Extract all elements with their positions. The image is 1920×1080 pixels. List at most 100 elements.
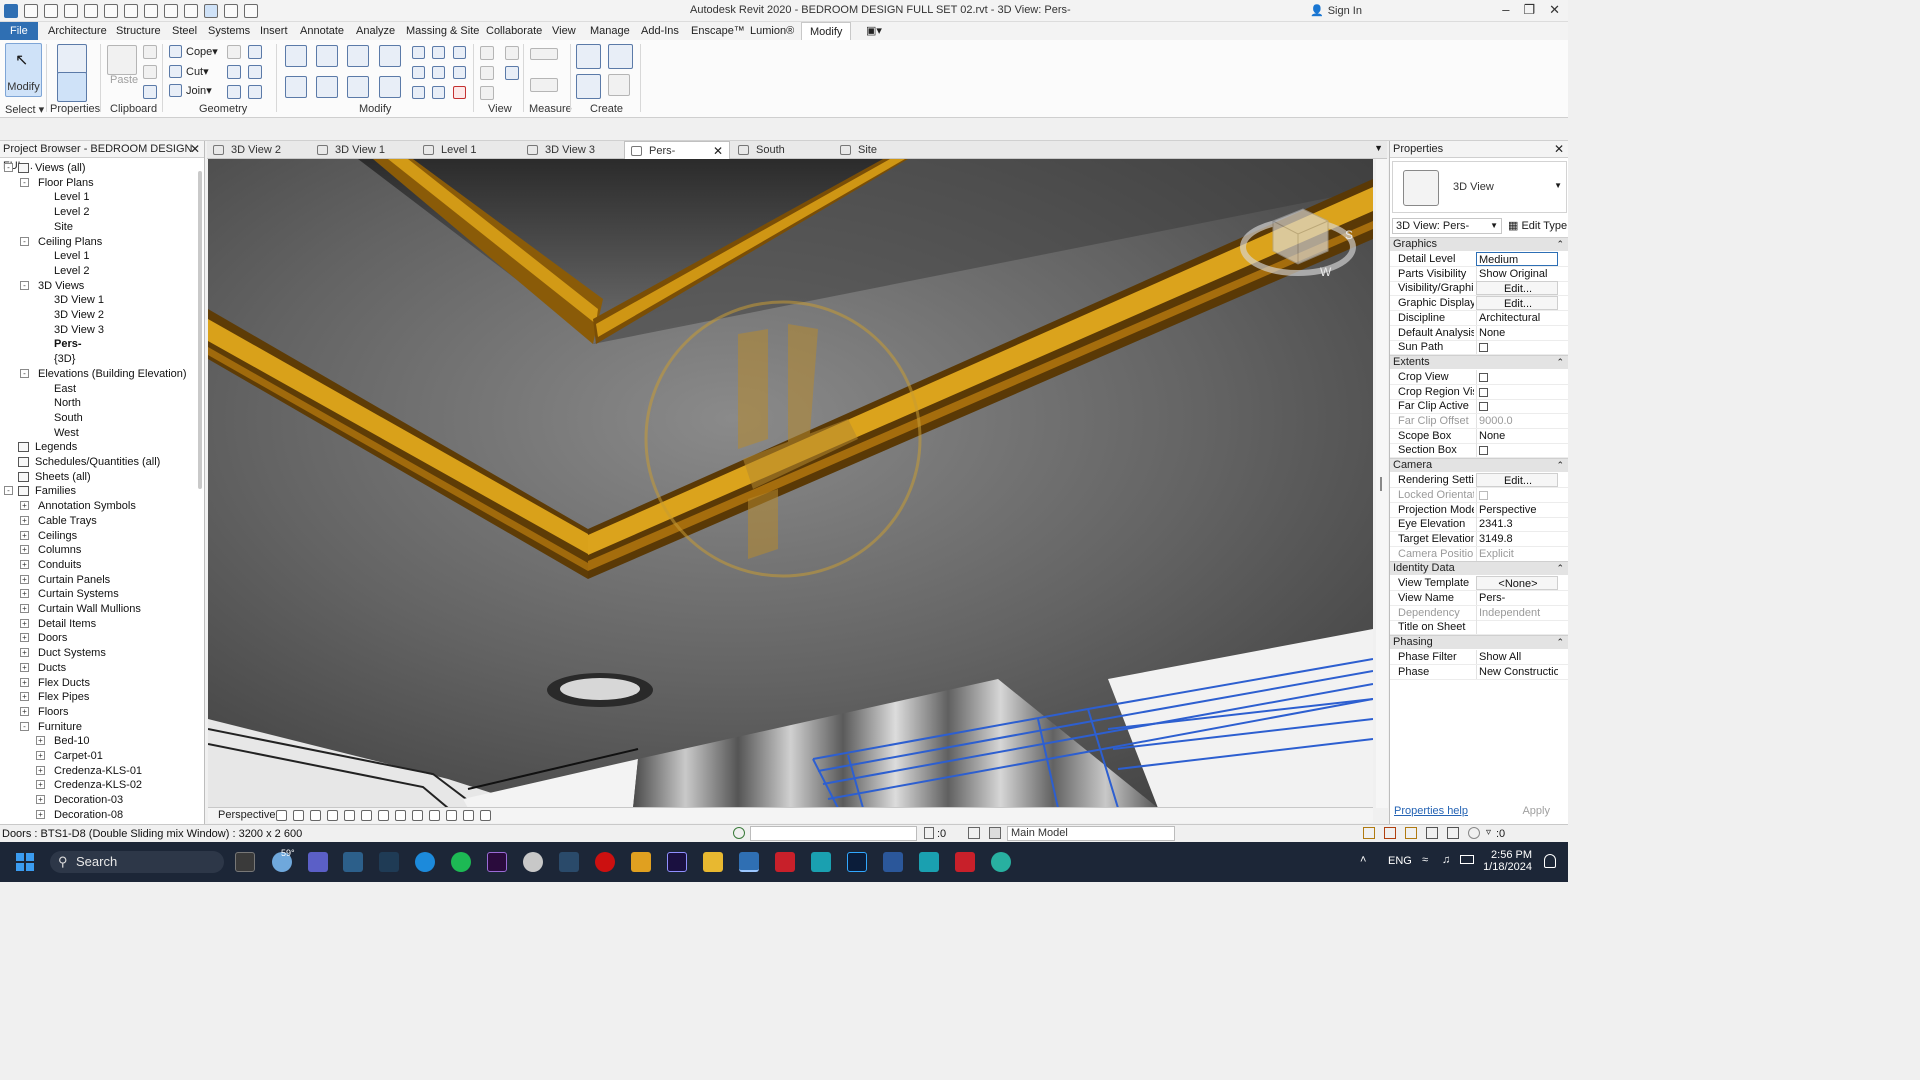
tree-item-south[interactable]: South [0, 411, 195, 425]
browser-scrollbar[interactable] [198, 171, 202, 489]
filter-view-icon[interactable] [505, 66, 519, 80]
volume-icon[interactable]: ♫ [1442, 854, 1450, 866]
lock-view-icon[interactable] [395, 810, 406, 821]
sync-icon[interactable] [64, 4, 78, 18]
filter-icon[interactable]: ▿ [1486, 827, 1491, 838]
switch-windows-icon[interactable] [244, 4, 258, 18]
align-icon[interactable] [285, 45, 307, 67]
view-brush-icon[interactable] [480, 86, 494, 100]
prop-value[interactable]: None [1476, 428, 1558, 443]
collapse-icon[interactable]: - [4, 486, 13, 496]
prop-value[interactable]: Show Original [1476, 266, 1558, 281]
pin-icon[interactable] [453, 66, 466, 79]
cut-clipboard-icon[interactable] [143, 45, 157, 59]
tree-item-cable-trays[interactable]: + Cable Trays [0, 514, 195, 528]
checkbox[interactable] [1479, 402, 1488, 412]
collapse-icon[interactable]: - [20, 368, 29, 378]
tree-item-3d-view-1[interactable]: 3D View 1 [0, 293, 195, 307]
expand-icon[interactable]: + [36, 765, 45, 775]
tree-item-east[interactable]: East [0, 382, 195, 396]
move-icon[interactable] [285, 76, 307, 98]
cut-button[interactable]: Cut ▾ [169, 65, 209, 78]
render-icon[interactable] [344, 810, 355, 821]
create-similar-icon[interactable] [608, 74, 630, 96]
minimize-button[interactable]: – [1502, 2, 1509, 18]
tab-list-dropdown-icon[interactable]: ▼ [1374, 143, 1383, 153]
expand-icon[interactable]: + [20, 662, 29, 672]
expand-icon[interactable]: + [20, 515, 29, 525]
create-group-icon[interactable] [576, 74, 601, 99]
array-icon[interactable] [412, 66, 425, 79]
mirror-pick-axis-icon[interactable] [347, 45, 369, 67]
match-properties-icon[interactable] [143, 85, 157, 99]
tab-manage[interactable]: Manage [588, 22, 632, 40]
tree-item-carpet-01[interactable]: + Carpet-01 [0, 749, 195, 763]
group-identity-data[interactable]: Identity Data ⌃ [1390, 561, 1568, 576]
shadows-icon[interactable] [327, 810, 338, 821]
expand-icon[interactable]: + [20, 559, 29, 569]
mirror-draw-axis-icon[interactable] [379, 45, 401, 67]
ribbon-options-icon[interactable]: ▣▾ [864, 22, 884, 40]
highlight-displacement-icon[interactable] [480, 810, 491, 821]
demolish-icon[interactable] [248, 65, 262, 79]
3dsmax-icon[interactable] [811, 852, 831, 872]
opera-icon[interactable] [595, 852, 615, 872]
checkbox[interactable] [1479, 387, 1488, 397]
tab-view[interactable]: View [550, 22, 578, 40]
tree-item-conduits[interactable]: + Conduits [0, 558, 195, 572]
tree-item-level-1[interactable]: Level 1 [0, 249, 195, 263]
tree-item-families[interactable]: - Families [0, 484, 195, 498]
tree-item-curtain-systems[interactable]: + Curtain Systems [0, 587, 195, 601]
collapse-icon[interactable]: - [20, 177, 29, 187]
collapse-icon[interactable]: - [20, 280, 29, 290]
tree-item-ducts[interactable]: + Ducts [0, 661, 195, 675]
after-effects-icon[interactable] [667, 852, 687, 872]
tab-steel[interactable]: Steel [170, 22, 199, 40]
split-element-icon[interactable] [412, 46, 425, 59]
tab-systems[interactable]: Systems [206, 22, 252, 40]
temporary-view-properties-icon[interactable] [446, 810, 457, 821]
text-icon[interactable] [164, 4, 178, 18]
autocad-icon[interactable] [775, 852, 795, 872]
redo-icon[interactable] [104, 4, 118, 18]
tree-item-3d-view-2[interactable]: 3D View 2 [0, 308, 195, 322]
tree-item-3d-view-3[interactable]: 3D View 3 [0, 323, 195, 337]
tree-item-decoration-03[interactable]: + Decoration-03 [0, 793, 195, 807]
3d-viewport[interactable]: S W [208, 159, 1373, 808]
thin-lines-icon[interactable] [204, 4, 218, 18]
tab-enscape[interactable]: Enscape™ [689, 22, 747, 40]
collapse-icon[interactable]: ⌃ [1556, 356, 1564, 369]
tab-level-1[interactable]: Level 1 [417, 141, 521, 159]
photoshop-icon[interactable] [847, 852, 867, 872]
crop-view-icon[interactable] [361, 810, 372, 821]
override-graphics-icon[interactable] [480, 46, 494, 60]
tree-item-level-2[interactable]: Level 2 [0, 205, 195, 219]
apply-button[interactable]: Apply [1522, 805, 1550, 817]
sun-path-icon[interactable] [310, 810, 321, 821]
prop-value[interactable]: Pers- [1476, 591, 1558, 605]
tree-item-columns[interactable]: + Columns [0, 543, 195, 557]
tab-add-ins[interactable]: Add-Ins [639, 22, 681, 40]
tab-lumion[interactable]: Lumion® [748, 22, 796, 40]
expand-icon[interactable]: + [20, 589, 29, 599]
close-tab-icon[interactable]: ✕ [713, 142, 723, 160]
expand-icon[interactable]: + [36, 795, 45, 805]
tree-item-curtain-wall-mullions[interactable]: + Curtain Wall Mullions [0, 602, 195, 616]
instance-filter-dropdown[interactable]: 3D View: Pers- ▼ [1392, 218, 1502, 234]
expand-icon[interactable]: + [36, 780, 45, 790]
properties-help-link[interactable]: Properties help [1394, 805, 1468, 817]
tree-item-curtain-panels[interactable]: + Curtain Panels [0, 573, 195, 587]
group-camera[interactable]: Camera ⌃ [1390, 458, 1568, 473]
tab-collaborate[interactable]: Collaborate [484, 22, 544, 40]
collapse-icon[interactable]: - [4, 163, 13, 172]
expand-icon[interactable]: + [36, 809, 45, 819]
select-by-face-icon[interactable] [1426, 827, 1438, 839]
tree-item-credenza-kls-02[interactable]: + Credenza-KLS-02 [0, 778, 195, 792]
linework-icon[interactable] [480, 66, 494, 80]
tab-3d-view-1[interactable]: 3D View 1 [311, 141, 415, 159]
prop-value[interactable] [1476, 620, 1558, 635]
trim-single-icon[interactable] [432, 86, 445, 99]
spotify-icon[interactable] [451, 852, 471, 872]
remove-paint-icon[interactable] [248, 85, 262, 99]
tab-annotate[interactable]: Annotate [298, 22, 346, 40]
